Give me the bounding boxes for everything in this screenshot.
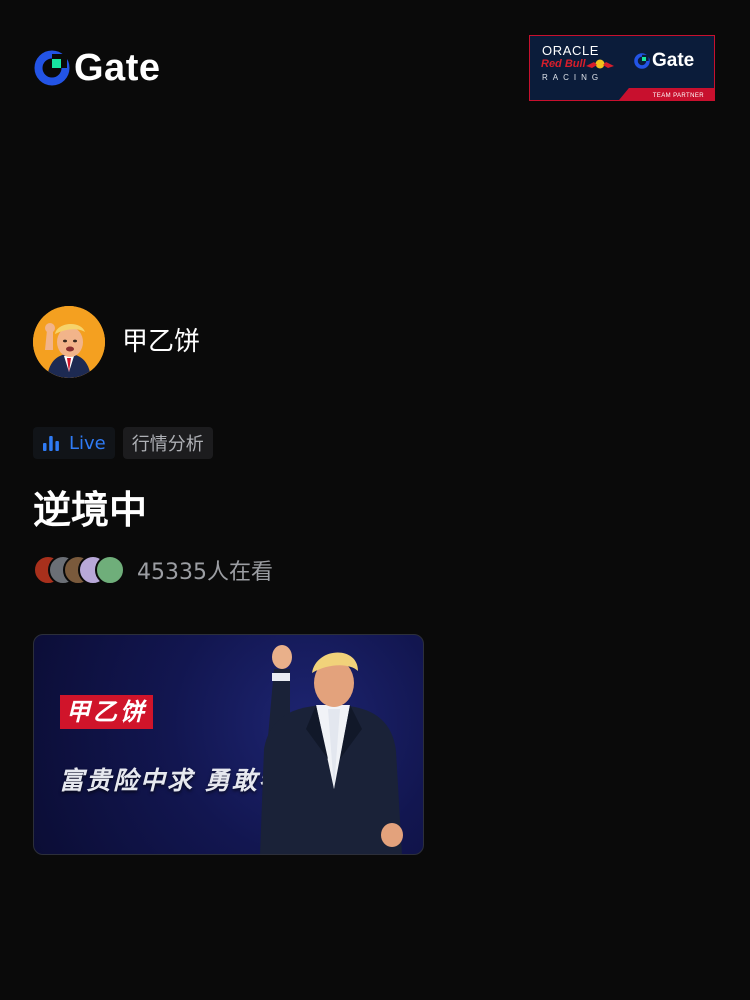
- partner-badge: ORACLE Red Bull RACING Gate TEAM PARTNER: [529, 35, 715, 101]
- bar-chart-icon: [43, 436, 59, 451]
- host-name[interactable]: 甲乙饼: [122, 329, 200, 355]
- live-tag-label: Live: [69, 432, 106, 454]
- partner-gate-logo: Gate: [634, 50, 694, 72]
- viewer-count: 45335人在看: [137, 560, 273, 585]
- stream-title: 逆境中: [33, 488, 148, 532]
- partner-oracle-text: ORACLE: [542, 43, 600, 58]
- partner-racing-text: RACING: [542, 73, 604, 82]
- host-avatar[interactable]: [33, 306, 105, 378]
- gate-logo-icon: [634, 53, 650, 69]
- host-info[interactable]: 甲乙饼: [33, 306, 200, 378]
- viewer-avatar: [95, 555, 125, 585]
- gate-logo[interactable]: Gate: [34, 48, 160, 88]
- topic-tag-label: 行情分析: [131, 434, 204, 455]
- partner-gate-text: Gate: [652, 50, 695, 71]
- cover-host-label: 甲乙饼: [60, 695, 153, 729]
- stream-cover[interactable]: 甲乙饼 富贵险中求 勇敢者游戏: [33, 634, 424, 855]
- host-avatar-illustration: [33, 306, 105, 378]
- viewer-avatar-stack: [33, 554, 129, 586]
- bull-icon: [586, 59, 614, 69]
- partner-redbull-text: Red Bull: [541, 58, 586, 70]
- topic-tag[interactable]: 行情分析: [122, 427, 213, 459]
- gate-logo-icon: [34, 50, 70, 86]
- stream-tags: Live 行情分析: [33, 427, 213, 459]
- partner-strip-text: TEAM PARTNER: [652, 93, 704, 99]
- live-tag[interactable]: Live: [33, 427, 115, 459]
- brand-name: Gate: [74, 47, 161, 89]
- cover-figure-illustration: [260, 645, 403, 854]
- viewer-info: 45335人在看: [33, 554, 273, 586]
